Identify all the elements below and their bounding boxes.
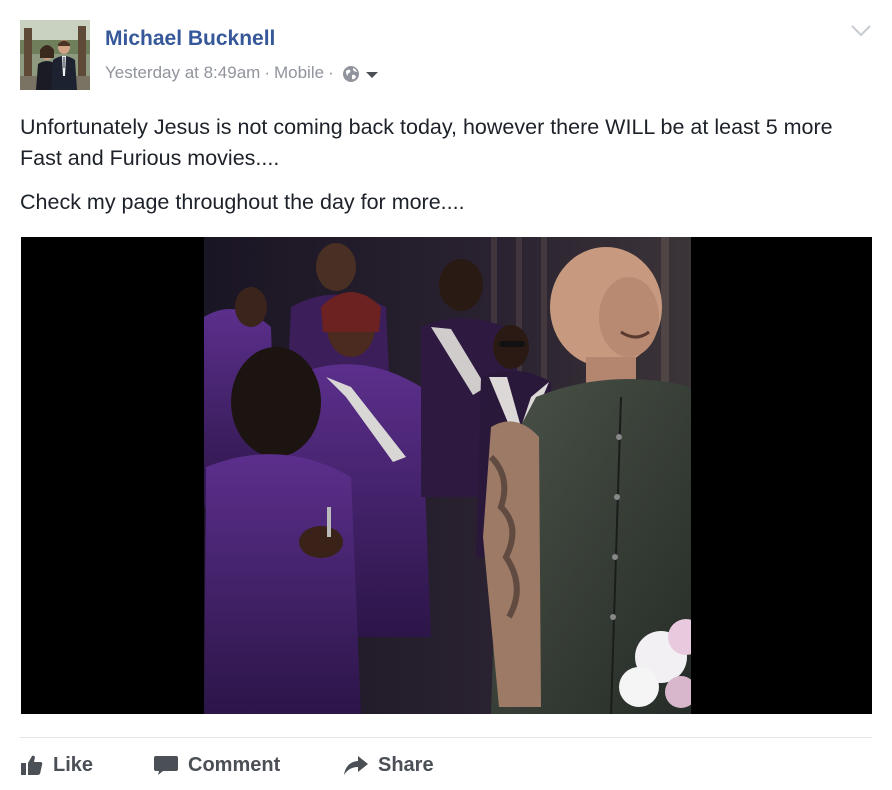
post-timestamp[interactable]: Yesterday at 8:49am (105, 63, 260, 83)
video-frame (21, 237, 872, 714)
share-label: Share (378, 753, 434, 776)
post-meta: Yesterday at 8:49am · Mobile · (105, 62, 380, 83)
actions-divider (20, 737, 872, 738)
post-video[interactable] (21, 237, 872, 714)
comment-bubble-icon (154, 756, 178, 775)
author-name[interactable]: Michael Bucknell (105, 27, 275, 51)
meta-separator: · (328, 62, 334, 82)
meta-separator: · (264, 62, 270, 82)
post-source: Mobile (273, 62, 325, 82)
like-label: Like (53, 753, 94, 776)
comment-label: Comment (188, 753, 281, 776)
share-arrow-icon (344, 756, 368, 775)
globe-icon (342, 65, 360, 83)
author-avatar[interactable] (20, 20, 90, 90)
post-text: Unfortunately Jesus is not coming back t… (20, 112, 870, 231)
privacy-dropdown-caret-icon[interactable] (364, 67, 380, 83)
like-button[interactable]: Like (20, 752, 93, 778)
avatar-photo (20, 20, 90, 90)
comment-button[interactable]: Comment (153, 752, 280, 778)
facebook-post: Michael Bucknell Yesterday at 8:49am · M… (0, 0, 892, 790)
post-options-chevron-icon[interactable] (850, 24, 872, 38)
share-button[interactable]: Share (343, 752, 434, 778)
thumbs-up-icon (21, 755, 43, 775)
post-paragraph: Unfortunately Jesus is not coming back t… (20, 115, 833, 170)
post-paragraph: Check my page throughout the day for mor… (20, 190, 465, 214)
